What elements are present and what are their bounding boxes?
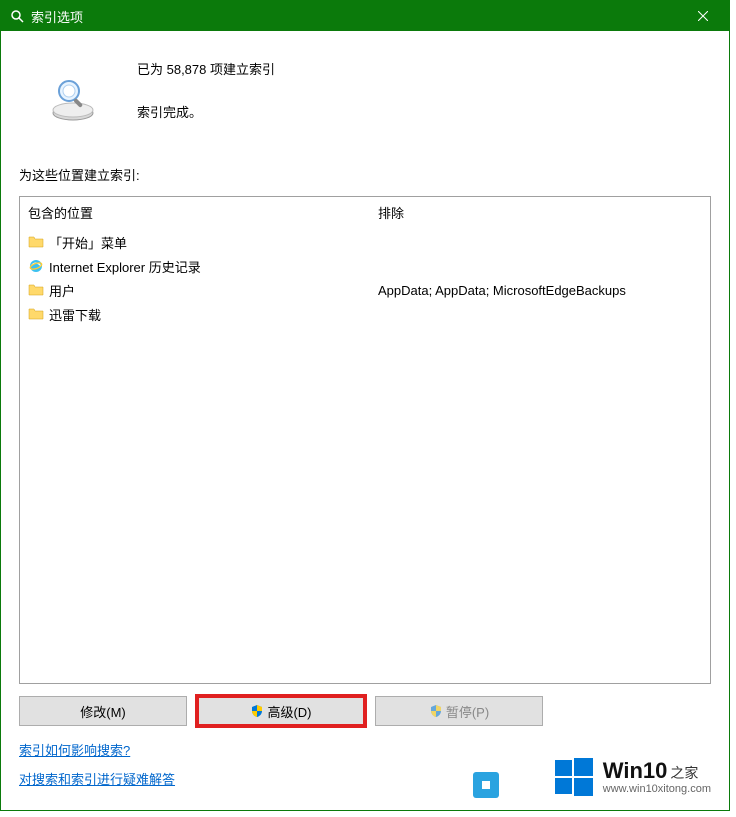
list-item[interactable]: 用户 — [28, 278, 362, 302]
excluded-header: 排除 — [378, 203, 702, 222]
status-text: 已为 58,878 项建立索引 索引完成。 — [137, 51, 275, 121]
included-header: 包含的位置 — [28, 203, 362, 222]
index-complete-text: 索引完成。 — [137, 102, 275, 121]
status-row: 已为 58,878 项建立索引 索引完成。 — [19, 51, 711, 125]
excluded-column: 排除 AppData; AppData; MicrosoftEdgeBackup… — [370, 197, 710, 683]
shield-icon — [429, 704, 443, 718]
button-row: 修改(M) 高级(D) — [19, 696, 711, 726]
ie-icon — [28, 258, 44, 274]
exclude-value — [378, 254, 702, 278]
list-item[interactable]: 迅雷下载 — [28, 302, 362, 326]
folder-icon — [28, 306, 44, 322]
title-bar: 索引选项 — [1, 1, 729, 31]
advanced-button[interactable]: 高级(D) — [197, 696, 365, 726]
indexed-count-text: 已为 58,878 项建立索引 — [137, 59, 275, 78]
exclude-value: AppData; AppData; MicrosoftEdgeBackups — [378, 278, 702, 302]
list-item[interactable]: Internet Explorer 历史记录 — [28, 254, 362, 278]
folder-icon — [28, 234, 44, 250]
watermark-text: Win10之家 www.win10xitong.com — [603, 759, 711, 795]
button-label: 暂停(P) — [446, 702, 489, 721]
item-label: 用户 — [49, 281, 75, 300]
locations-label: 为这些位置建立索引: — [19, 165, 711, 184]
exclude-value — [378, 230, 702, 254]
watermark-url: www.win10xitong.com — [603, 783, 711, 795]
indexed-locations-list[interactable]: 包含的位置 「开始」菜单 Internet Explorer 历史记录 — [19, 196, 711, 684]
watermark-suffix: 之家 — [670, 765, 698, 781]
exclude-value — [378, 302, 702, 326]
content-area: 已为 58,878 项建立索引 索引完成。 为这些位置建立索引: 包含的位置 「… — [1, 31, 729, 810]
watermark: Win10之家 www.win10xitong.com — [553, 756, 711, 798]
button-label: 高级(D) — [267, 702, 311, 721]
folder-icon — [28, 282, 44, 298]
how-indexing-link[interactable]: 索引如何影响搜索? — [19, 740, 130, 759]
magnifier-drive-icon — [49, 77, 97, 125]
shield-icon — [250, 704, 264, 718]
close-button[interactable] — [680, 1, 725, 31]
item-label: 「开始」菜单 — [49, 233, 127, 252]
app-icon — [9, 8, 25, 24]
windows-logo-icon — [553, 756, 595, 798]
watermark-badge-icon — [473, 772, 499, 798]
modify-button[interactable]: 修改(M) — [19, 696, 187, 726]
window-title: 索引选项 — [31, 7, 680, 26]
pause-button: 暂停(P) — [375, 696, 543, 726]
included-column: 包含的位置 「开始」菜单 Internet Explorer 历史记录 — [20, 197, 370, 683]
item-label: 迅雷下载 — [49, 305, 101, 324]
watermark-brand: Win10 — [603, 758, 668, 783]
troubleshoot-link[interactable]: 对搜索和索引进行疑难解答 — [19, 769, 175, 788]
list-item[interactable]: 「开始」菜单 — [28, 230, 362, 254]
item-label: Internet Explorer 历史记录 — [49, 257, 201, 276]
indexing-options-window: 索引选项 已为 58,878 项建立索引 索引完成。 — [0, 0, 730, 811]
button-label: 修改(M) — [80, 702, 126, 721]
